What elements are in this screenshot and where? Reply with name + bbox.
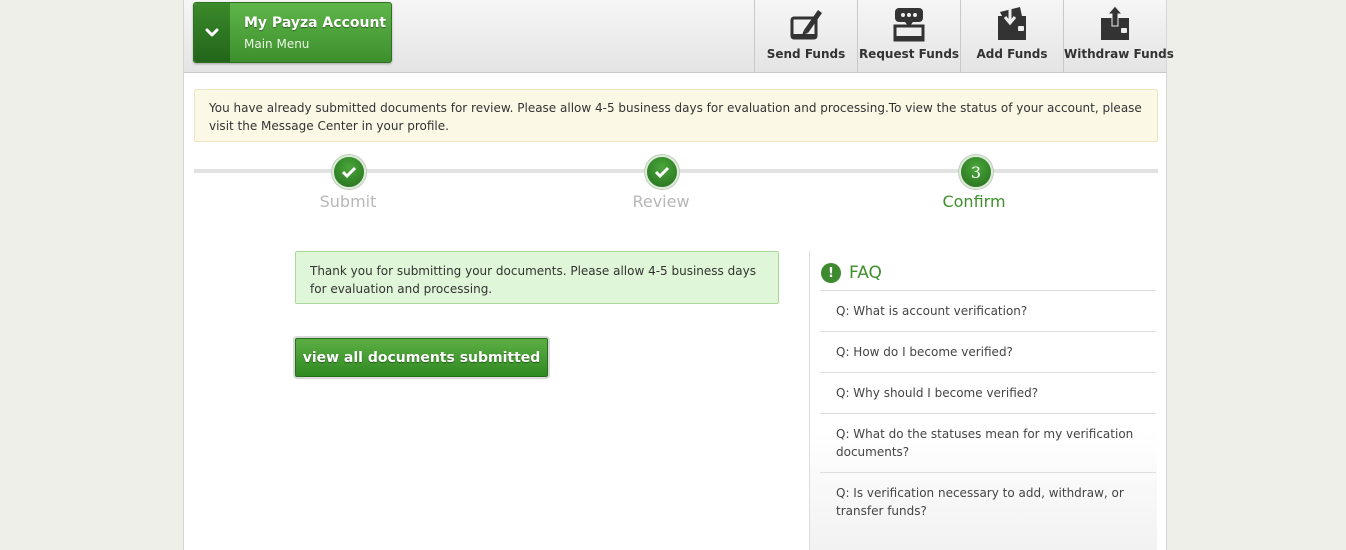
page-container: My Payza Account Main Menu Send Funds Re…: [183, 0, 1174, 550]
account-menu-subtitle: Main Menu: [244, 37, 310, 51]
add-funds-label: Add Funds: [976, 47, 1048, 61]
request-funds-icon: [889, 4, 929, 46]
faq-list: Q: What is account verification? Q: How …: [820, 290, 1156, 531]
step-review-check-icon: [645, 155, 679, 189]
send-funds-button[interactable]: Send Funds: [754, 0, 857, 72]
withdraw-funds-icon: [1095, 4, 1135, 46]
notice-banner: You have already submitted documents for…: [194, 89, 1158, 142]
faq-title: FAQ: [849, 263, 882, 283]
faq-item-how-verified[interactable]: Q: How do I become verified?: [820, 331, 1156, 372]
faq-item-why-verified[interactable]: Q: Why should I become verified?: [820, 372, 1156, 413]
view-documents-button[interactable]: view all documents submitted: [295, 338, 548, 377]
top-bar: My Payza Account Main Menu Send Funds Re…: [184, 0, 1174, 73]
step-submit-label: Submit: [319, 192, 377, 211]
withdraw-funds-button[interactable]: Withdraw Funds: [1063, 0, 1174, 72]
account-menu-button[interactable]: My Payza Account Main Menu: [193, 2, 392, 63]
step-review-label: Review: [632, 192, 690, 211]
step-submit-check-icon: [332, 155, 366, 189]
faq-panel: ! FAQ Q: What is account verification? Q…: [809, 251, 1157, 550]
quick-actions: Send Funds Request Funds Add Funds Withd…: [754, 0, 1174, 72]
step-confirm-label: Confirm: [942, 192, 1006, 211]
request-funds-label: Request Funds: [858, 47, 960, 61]
step-confirm-number: 3: [959, 155, 993, 189]
request-funds-button[interactable]: Request Funds: [857, 0, 960, 72]
exclamation-icon: !: [821, 263, 841, 283]
account-menu-title: My Payza Account: [244, 15, 387, 31]
send-funds-icon: [786, 4, 826, 46]
withdraw-funds-label: Withdraw Funds: [1064, 47, 1174, 61]
faq-item-statuses[interactable]: Q: What do the statuses mean for my veri…: [820, 413, 1156, 472]
add-funds-button[interactable]: Add Funds: [960, 0, 1063, 72]
send-funds-label: Send Funds: [766, 47, 846, 61]
faq-header: ! FAQ: [821, 261, 882, 285]
faq-item-what-is-verification[interactable]: Q: What is account verification?: [820, 290, 1156, 331]
add-funds-icon: [992, 4, 1032, 46]
chevron-down-icon: [194, 3, 230, 62]
faq-item-verification-necessary[interactable]: Q: Is verification necessary to add, wit…: [820, 472, 1156, 531]
success-message: Thank you for submitting your documents.…: [295, 251, 779, 304]
